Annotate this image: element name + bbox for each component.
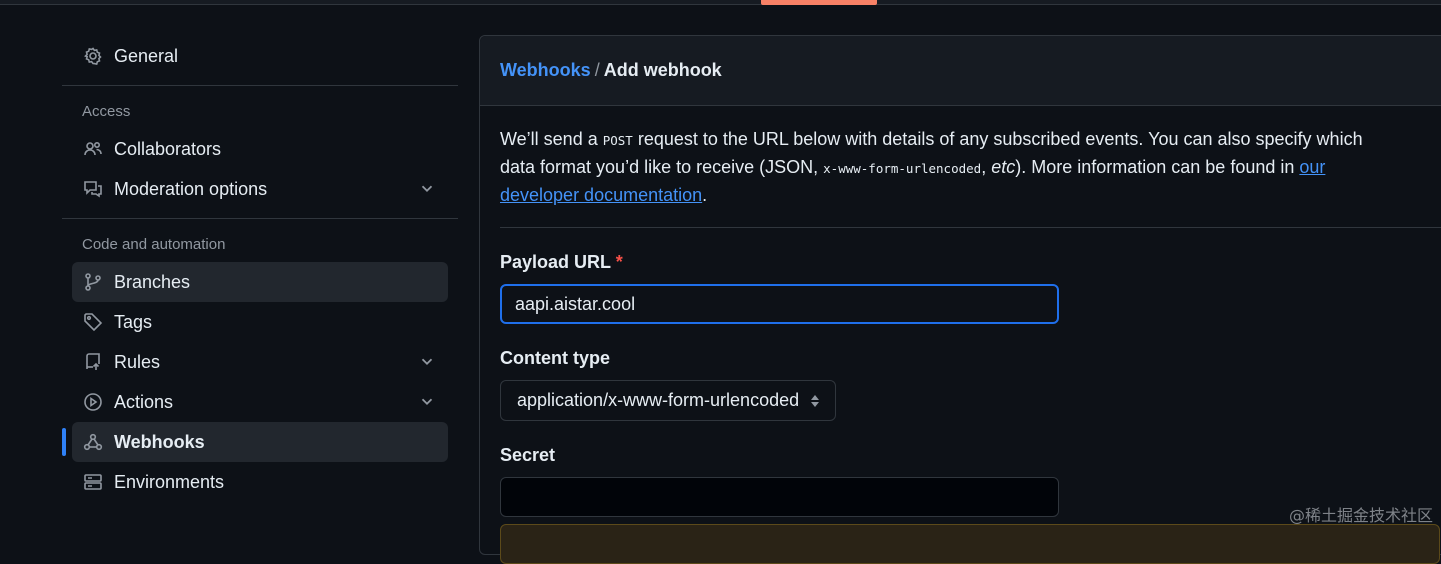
sidebar-item-actions[interactable]: Actions — [72, 382, 448, 422]
section-divider — [500, 227, 1441, 228]
active-tab-underline — [761, 0, 877, 5]
play-circle-icon — [82, 391, 104, 413]
sidebar-item-webhooks[interactable]: Webhooks — [72, 422, 448, 462]
payload-url-label-text: Payload URL — [500, 252, 611, 272]
sidebar-item-label: Moderation options — [114, 179, 267, 200]
content-type-label: Content type — [500, 344, 1438, 372]
payload-url-label: Payload URL * — [500, 248, 1438, 276]
breadcrumb-webhooks-link[interactable]: Webhooks — [500, 60, 591, 80]
chevron-down-icon[interactable] — [418, 392, 438, 412]
watermark: @稀土掘金技术社区 — [1289, 502, 1433, 526]
git-branch-icon — [82, 271, 104, 293]
tag-icon — [82, 311, 104, 333]
secret-label: Secret — [500, 441, 1438, 469]
sidebar-item-branches[interactable]: Branches — [72, 262, 448, 302]
payload-url-input[interactable] — [500, 284, 1059, 324]
sidebar-item-label: Branches — [114, 272, 190, 293]
sidebar-item-label: Webhooks — [114, 432, 205, 453]
sidebar-divider — [62, 85, 458, 86]
sidebar-item-label: Rules — [114, 352, 160, 373]
intro-text-part: , — [981, 157, 991, 177]
people-icon — [82, 138, 104, 160]
page-title: Add webhook — [604, 60, 722, 80]
secret-input[interactable] — [500, 477, 1059, 517]
gear-icon — [82, 45, 104, 67]
server-icon — [82, 471, 104, 493]
required-mark: * — [616, 252, 623, 272]
sidebar-item-label: Tags — [114, 312, 152, 333]
settings-sidebar: General Access Collaborators Moderation … — [62, 36, 458, 502]
sidebar-divider — [62, 218, 458, 219]
urlencoded-code: x-www-form-urlencoded — [823, 161, 981, 176]
chevron-down-icon[interactable] — [418, 352, 438, 372]
sidebar-item-general[interactable]: General — [72, 36, 448, 76]
top-bar — [0, 0, 1441, 5]
sidebar-item-environments[interactable]: Environments — [72, 462, 448, 502]
sidebar-item-label: General — [114, 46, 178, 67]
etc-text: etc — [991, 157, 1015, 177]
sidebar-item-label: Collaborators — [114, 139, 221, 160]
sidebar-item-label: Actions — [114, 392, 173, 413]
ssl-warning-box — [500, 524, 1440, 564]
content-type-selected-value: application/x-www-form-urlencoded — [517, 390, 799, 411]
sidebar-item-label: Environments — [114, 472, 224, 493]
breadcrumb-separator: / — [595, 60, 600, 80]
content-type-select[interactable]: application/x-www-form-urlencoded — [500, 380, 836, 421]
repo-push-icon — [82, 351, 104, 373]
chevron-down-icon[interactable] — [418, 179, 438, 199]
sidebar-item-moderation[interactable]: Moderation options — [72, 169, 448, 209]
webhook-icon — [82, 431, 104, 453]
sidebar-item-collaborators[interactable]: Collaborators — [72, 129, 448, 169]
intro-text-part: . — [702, 185, 707, 205]
sidebar-item-rules[interactable]: Rules — [72, 342, 448, 382]
intro-text-part: ). More information can be found in — [1015, 157, 1299, 177]
intro-text: We’ll send a POST request to the URL bel… — [500, 126, 1400, 209]
intro-text-part: We’ll send a — [500, 129, 603, 149]
section-label-access: Access — [62, 95, 458, 129]
section-label-code-automation: Code and automation — [62, 228, 458, 262]
add-webhook-panel: Webhooks/Add webhook We’ll send a POST r… — [479, 35, 1441, 555]
breadcrumb: Webhooks/Add webhook — [480, 36, 1441, 106]
sidebar-item-tags[interactable]: Tags — [72, 302, 448, 342]
comment-discussion-icon — [82, 178, 104, 200]
select-arrows-icon — [811, 395, 819, 407]
post-code: POST — [603, 133, 633, 148]
